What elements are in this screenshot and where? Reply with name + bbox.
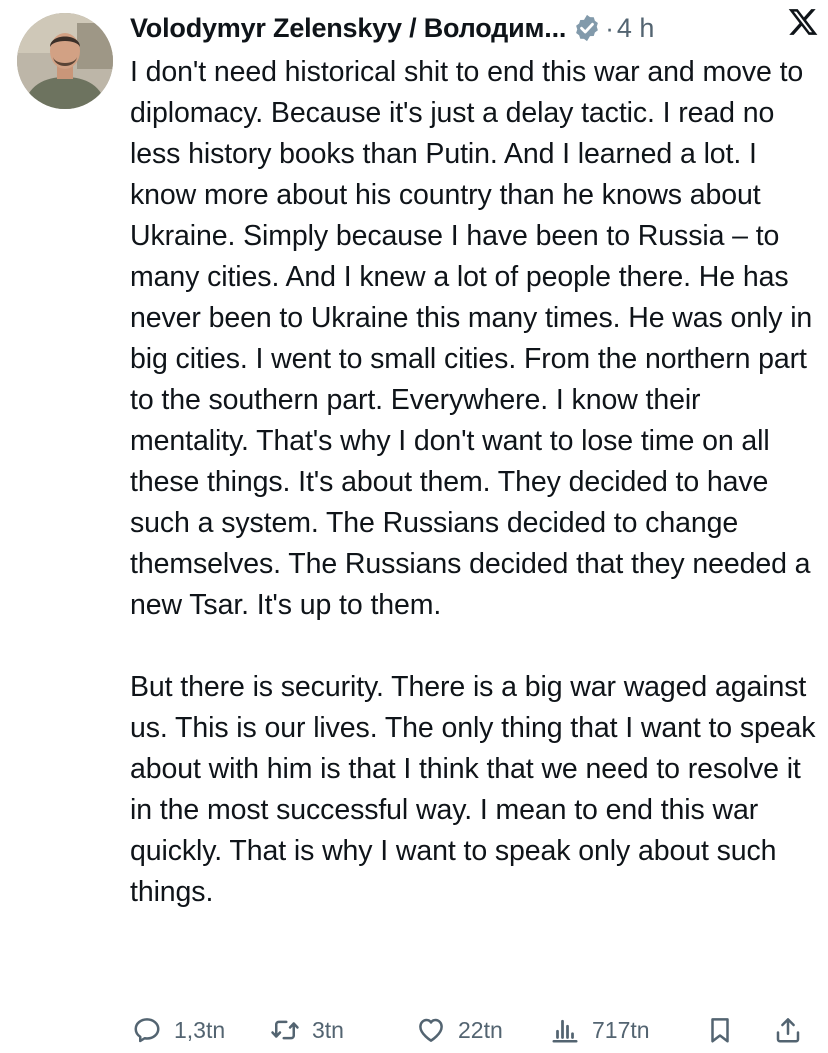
tweet-header: Volodymyr Zelenskyy / Володим... · 4 h <box>130 6 814 50</box>
repost-icon <box>271 1020 299 1040</box>
reply-button[interactable]: 1,3tn <box>132 1012 225 1048</box>
heart-icon <box>419 1018 443 1042</box>
avatar-image <box>17 13 113 109</box>
share-button[interactable] <box>773 1012 803 1048</box>
action-bar: 1,3tn 3tn 22tn 717tn <box>130 1012 810 1048</box>
verified-badge-icon[interactable] <box>572 13 602 43</box>
share-icon <box>776 1018 800 1043</box>
tweet-paragraph: But there is security. There is a big wa… <box>130 671 816 908</box>
tweet-text: I don't need historical shit to end this… <box>130 52 824 913</box>
post-time[interactable]: 4 h <box>617 13 655 44</box>
views-button[interactable]: 717tn <box>550 1012 650 1048</box>
bookmark-button[interactable] <box>705 1012 735 1048</box>
like-button[interactable]: 22tn <box>416 1012 503 1048</box>
separator-dot: · <box>605 12 614 43</box>
reply-count: 1,3tn <box>174 1016 226 1043</box>
bookmark-icon <box>711 1018 729 1043</box>
like-count: 22tn <box>458 1016 503 1043</box>
avatar[interactable] <box>17 13 113 109</box>
tweet-paragraph: I don't need historical shit to end this… <box>130 56 813 621</box>
reply-icon <box>134 1018 160 1043</box>
x-logo-icon[interactable] <box>786 6 820 38</box>
tweet: Volodymyr Zelenskyy / Володим... · 4 h I… <box>0 0 828 1053</box>
author-name[interactable]: Volodymyr Zelenskyy / Володим... <box>130 13 566 44</box>
repost-count: 3tn <box>312 1016 344 1043</box>
repost-button[interactable]: 3tn <box>270 1012 344 1048</box>
views-icon <box>552 1019 578 1043</box>
views-count: 717tn <box>592 1016 650 1043</box>
